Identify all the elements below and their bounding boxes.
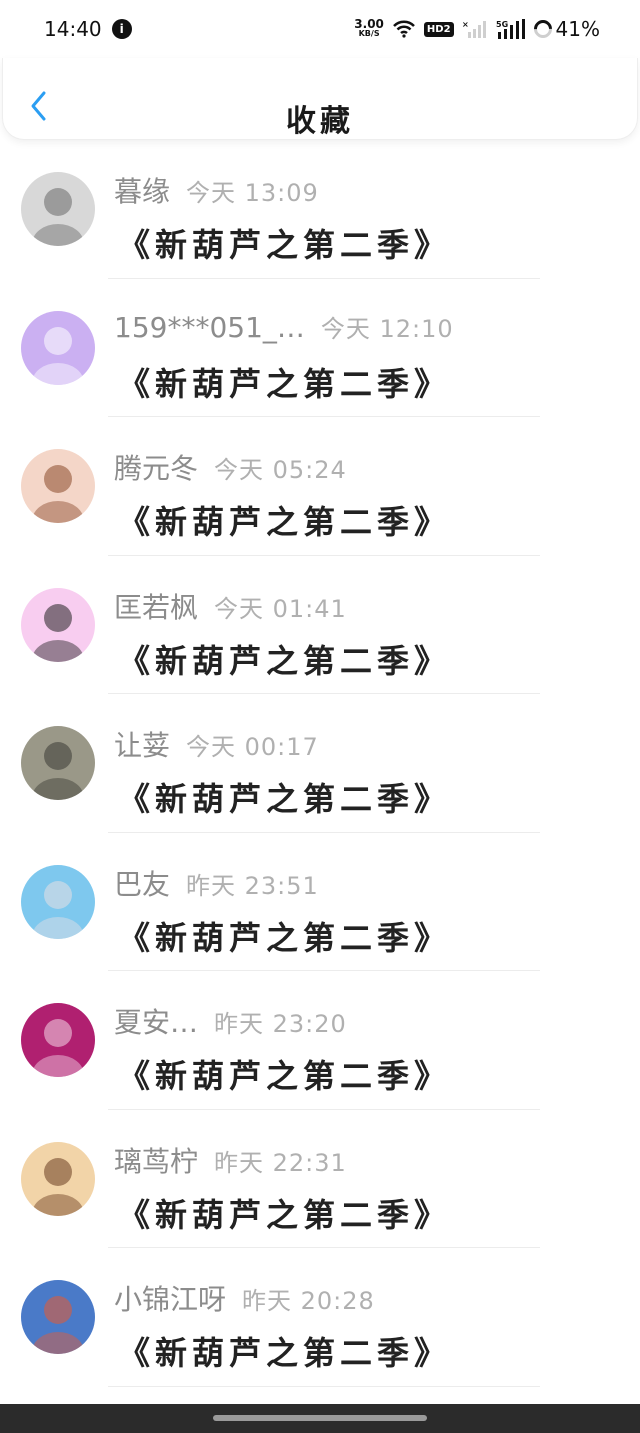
favorite-title: 《新葫芦之第二季》 [118, 503, 452, 541]
favorite-title: 《新葫芦之第二季》 [118, 780, 452, 818]
signal-weak-icon: × [462, 20, 488, 38]
net-speed: 3.00 KB/S [354, 17, 384, 39]
favorite-title: 《新葫芦之第二季》 [118, 918, 452, 957]
user-name[interactable]: 璃茑柠 [114, 1140, 198, 1180]
user-name[interactable]: 159***051_… [114, 311, 305, 344]
timestamp: 今天 00:17 [186, 733, 319, 761]
status-left: 14:40 i [44, 17, 132, 41]
list-item[interactable]: 小锦江呀 昨天 20:28 《新葫芦之第二季》 [0, 1248, 640, 1387]
timestamp: 今天 01:41 [214, 594, 347, 623]
status-time: 14:40 [44, 17, 102, 41]
avatar[interactable] [21, 587, 95, 662]
signal-5g-icon: 5G [496, 19, 526, 39]
user-name[interactable]: 夏安… [114, 1001, 198, 1041]
svg-text:×: × [462, 20, 469, 29]
user-name[interactable]: 匡若枫 [114, 586, 198, 626]
battery: 41% [529, 16, 600, 42]
user-name[interactable]: 腾元冬 [114, 447, 198, 487]
item-meta: 159***051_… 今天 12:10 [114, 309, 454, 344]
timestamp: 昨天 23:51 [186, 871, 319, 900]
divider [108, 1385, 540, 1387]
avatar[interactable] [21, 310, 95, 385]
avatar[interactable] [21, 726, 95, 800]
list-item[interactable]: 夏安… 昨天 23:20 《新葫芦之第二季》 [0, 971, 640, 1110]
list-item[interactable]: 腾元冬 今天 05:24 《新葫芦之第二季》 [0, 417, 640, 556]
favorite-title: 《新葫芦之第二季》 [118, 641, 452, 680]
item-meta: 匡若枫 今天 01:41 [114, 586, 347, 626]
timestamp: 昨天 20:28 [242, 1287, 375, 1315]
avatar[interactable] [21, 1003, 95, 1077]
list-item[interactable]: 巴友 昨天 23:51 《新葫芦之第二季》 [0, 833, 640, 971]
list-item[interactable]: 159***051_… 今天 12:10 《新葫芦之第二季》 [0, 279, 640, 417]
timestamp: 昨天 22:31 [214, 1148, 347, 1177]
timestamp: 今天 05:24 [214, 456, 347, 484]
favorites-list: 暮缘 今天 13:09 《新葫芦之第二季》 159***051_… 今天 12:10 《新… [0, 140, 640, 1387]
status-bar: 14:40 i 3.00 KB/S HD2 × 5G 41% [0, 0, 640, 58]
item-meta: 璃茑柠 昨天 22:31 [114, 1140, 347, 1180]
avatar[interactable] [21, 449, 95, 523]
timestamp: 今天 12:10 [320, 314, 454, 343]
navigation-bar [0, 1404, 640, 1433]
favorite-title: 《新葫芦之第二季》 [118, 1195, 452, 1234]
notification-icon: i [111, 19, 132, 39]
item-meta: 让荽 今天 00:17 [114, 724, 319, 764]
battery-icon [529, 16, 556, 42]
list-item[interactable]: 匡若枫 今天 01:41 《新葫芦之第二季》 [0, 556, 640, 694]
timestamp: 今天 13:09 [186, 179, 319, 207]
timestamp: 昨天 23:20 [214, 1010, 347, 1038]
avatar[interactable] [21, 172, 95, 246]
net-speed-unit: KB/S [358, 29, 380, 38]
item-meta: 巴友 昨天 23:51 [114, 863, 319, 903]
page-title: 收藏 [286, 104, 354, 139]
hd-badge: HD2 [423, 21, 454, 37]
avatar[interactable] [21, 1280, 95, 1354]
user-name[interactable]: 小锦江呀 [114, 1278, 226, 1318]
app-header: 收藏 [2, 58, 638, 140]
avatar[interactable] [21, 864, 95, 939]
favorite-title: 《新葫芦之第二季》 [118, 1057, 452, 1095]
item-meta: 暮缘 今天 13:09 [114, 170, 319, 210]
net-speed-value: 3.00 [354, 17, 384, 31]
item-meta: 小锦江呀 昨天 20:28 [114, 1278, 375, 1318]
list-item[interactable]: 让荽 今天 00:17 《新葫芦之第二季》 [0, 694, 640, 833]
item-meta: 夏安… 昨天 23:20 [114, 1001, 347, 1041]
favorite-title: 《新葫芦之第二季》 [118, 364, 452, 403]
home-indicator[interactable] [213, 1415, 427, 1421]
status-right: 3.00 KB/S HD2 × 5G 41% [354, 16, 600, 42]
battery-level: 41% [555, 17, 600, 41]
item-meta: 腾元冬 今天 05:24 [114, 447, 347, 487]
list-item[interactable]: 璃茑柠 昨天 22:31 《新葫芦之第二季》 [0, 1110, 640, 1248]
user-name[interactable]: 巴友 [114, 863, 170, 903]
avatar[interactable] [21, 1141, 95, 1216]
favorite-title: 《新葫芦之第二季》 [118, 226, 452, 264]
user-name[interactable]: 让荽 [114, 724, 170, 764]
list-item[interactable]: 暮缘 今天 13:09 《新葫芦之第二季》 [0, 140, 640, 279]
network-type-label: 5G [496, 20, 508, 29]
favorite-title: 《新葫芦之第二季》 [118, 1334, 452, 1372]
user-name[interactable]: 暮缘 [114, 170, 170, 210]
wifi-icon [392, 20, 416, 38]
